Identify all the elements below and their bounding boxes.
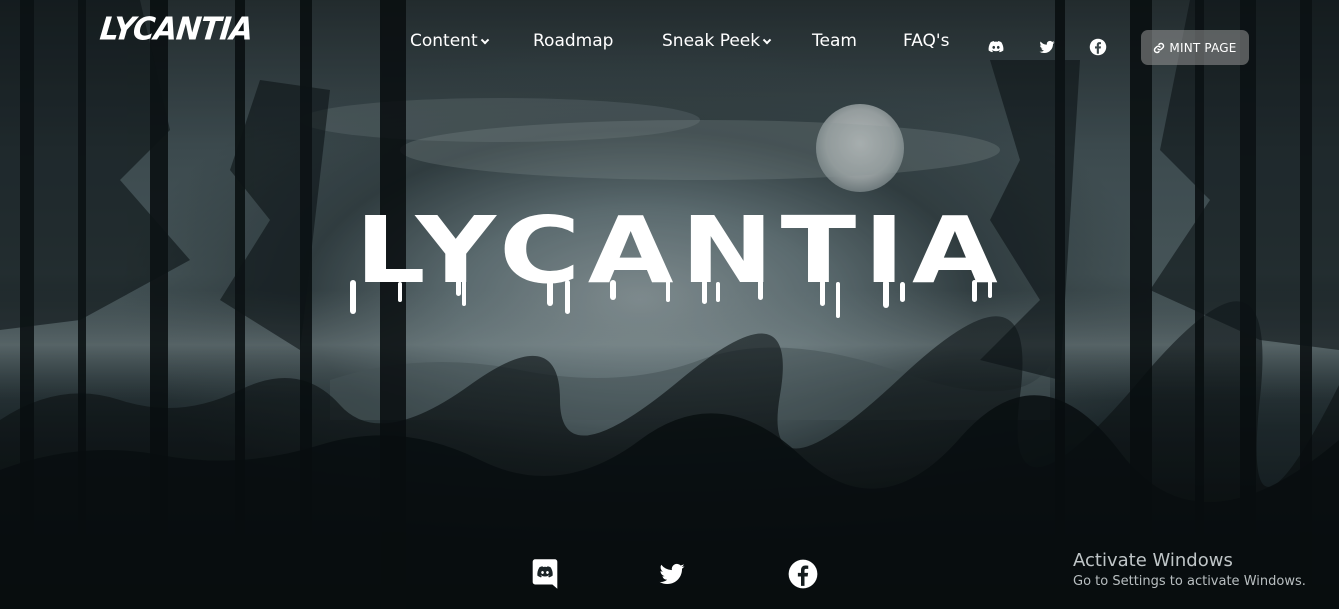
nav-item-label: Sneak Peek [662,31,761,51]
facebook-icon[interactable] [788,558,818,590]
hero-title-text: LYCANTIA [355,200,1005,304]
watermark-title: Activate Windows [1073,550,1233,571]
hero-title: LYCANTIA [350,200,1005,318]
nav-item-roadmap[interactable]: Roadmap [533,31,613,51]
discord-icon[interactable] [530,558,560,590]
mint-page-button[interactable]: MINT PAGE [1141,30,1249,65]
nav-item-label: FAQ's [903,31,950,51]
chevron-down-icon [480,35,489,45]
nav-item-faqs[interactable]: FAQ's [903,31,949,51]
watermark-subtitle: Go to Settings to activate Windows. [1073,574,1306,589]
chevron-down-icon [762,35,772,45]
nav-item-content[interactable]: Content [410,31,489,51]
nav-item-label: Roadmap [533,31,614,51]
twitter-icon[interactable] [657,558,687,590]
link-icon [1154,42,1165,53]
discord-icon[interactable] [987,38,1005,56]
facebook-icon[interactable] [1089,38,1107,56]
twitter-icon[interactable] [1038,38,1056,56]
nav-item-label: Content [410,31,478,51]
nav-item-sneak-peek[interactable]: Sneak Peek [662,31,772,51]
nav-item-label: Team [812,31,857,51]
hero-section: LYCANTIA Content Roadmap Sneak Peek Team… [0,0,1339,609]
windows-activation-watermark: Activate Windows Go to Settings to activ… [1073,550,1306,589]
mint-page-label: MINT PAGE [1169,40,1237,55]
site-logo[interactable]: LYCANTIA [98,11,254,48]
nav-item-team[interactable]: Team [812,31,857,51]
